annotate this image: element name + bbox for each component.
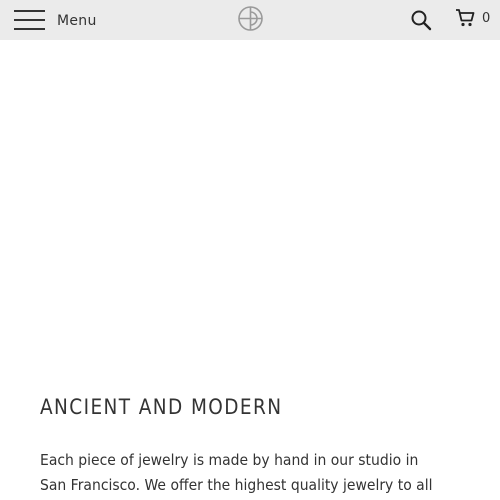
hamburger-icon xyxy=(14,9,45,31)
page: Menu 0 ANCIENT AND MODERN Each piece of … xyxy=(0,0,500,500)
cart-count: 0 xyxy=(482,10,491,26)
section-heading: ANCIENT AND MODERN xyxy=(40,395,283,419)
menu-label: Menu xyxy=(57,13,97,29)
top-navigation-bar: Menu 0 xyxy=(0,0,500,40)
section-body-text: Each piece of jewelry is made by hand in… xyxy=(40,451,433,494)
circle-logo-icon[interactable] xyxy=(237,5,264,32)
cart-button[interactable]: 0 xyxy=(455,7,490,29)
search-icon[interactable] xyxy=(410,9,432,31)
cart-icon xyxy=(456,9,475,27)
menu-button[interactable]: Menu xyxy=(14,8,97,32)
